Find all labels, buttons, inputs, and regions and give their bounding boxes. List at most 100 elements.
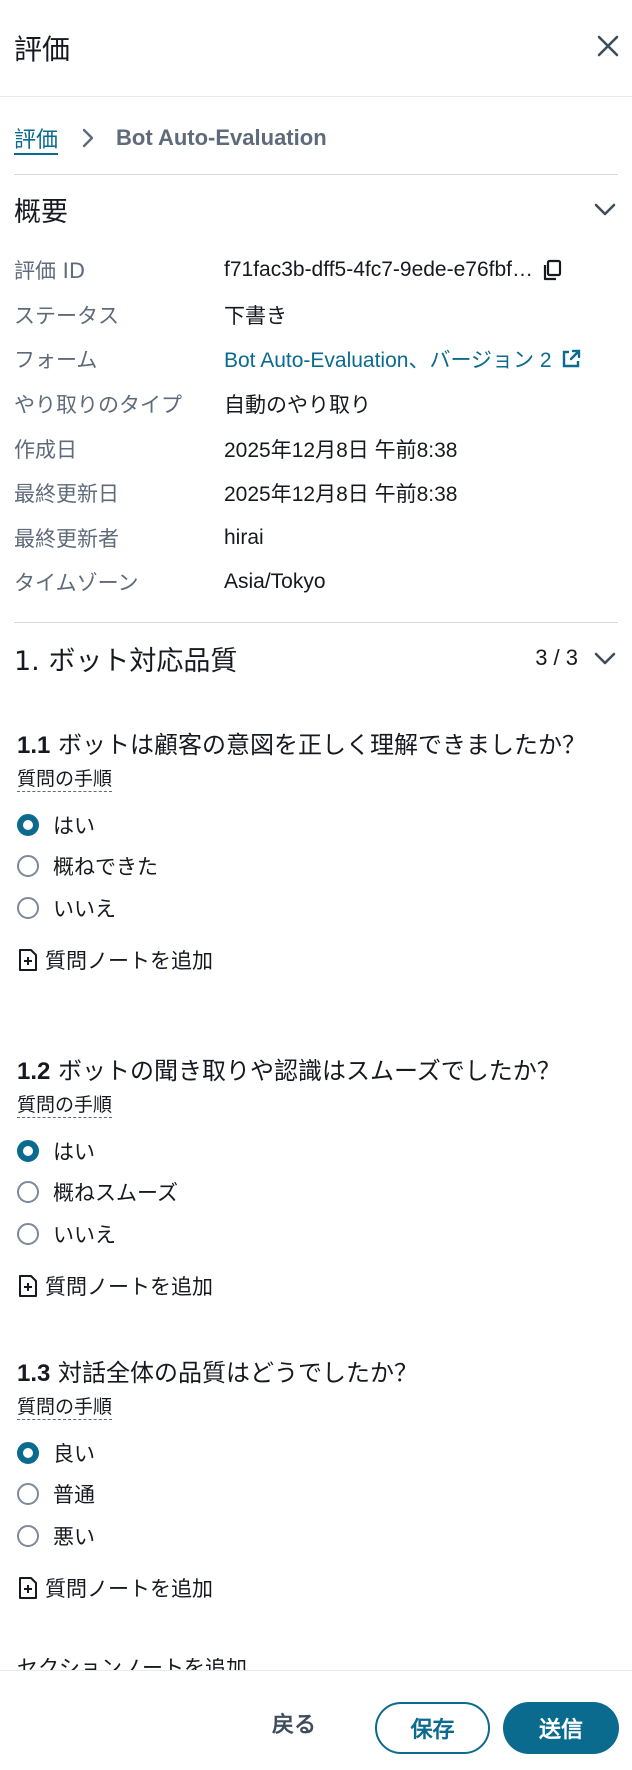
panel-title: 評価 <box>14 33 71 66</box>
question-title: 1.3 対話全体の品質はどうでしたか？ <box>17 1358 617 1389</box>
question-text: 対話全体の品質はどうでしたか？ <box>50 1359 419 1387</box>
breadcrumb-current: Bot Auto-Evaluation <box>116 125 327 150</box>
radio-option[interactable]: 悪い <box>17 1515 617 1557</box>
radio-unselected[interactable] <box>17 1222 39 1245</box>
submit-button[interactable]: 送信 <box>503 1702 619 1754</box>
panel-footer: 戻る 保存 送信 <box>0 1670 632 1770</box>
radio-option[interactable]: はい <box>17 804 617 846</box>
chevron-right-icon <box>82 128 94 148</box>
add-note-label: 質問ノートを追加 <box>45 948 213 973</box>
radio-unselected[interactable] <box>17 1524 39 1547</box>
radio-selected[interactable] <box>17 813 39 836</box>
updated-by-value: hirai <box>224 526 618 550</box>
question-title: 1.2 ボットの聞き取りや認識はスムーズでしたか？ <box>17 1056 617 1087</box>
add-question-note-button[interactable]: 質問ノートを追加 <box>17 943 617 977</box>
radio-unselected[interactable] <box>17 896 39 919</box>
updated-text: 2025年12月8日 午前8:38 <box>224 483 458 507</box>
question-1-2: 1.2 ボットの聞き取りや認識はスムーズでしたか？ 質問の手順 はい 概ねスムー… <box>17 1056 617 1303</box>
detail-key: 最終更新日 <box>14 482 119 507</box>
detail-row-interaction-type: やり取りのタイプ 自動のやり取り <box>14 382 618 427</box>
created-value: 2025年12月8日 午前8:38 <box>224 434 618 464</box>
question-instructions[interactable]: 質問の手順 <box>17 767 113 792</box>
radio-label: 普通 <box>53 1483 95 1508</box>
detail-key: やり取りのタイプ <box>14 393 182 418</box>
save-button[interactable]: 保存 <box>375 1702 490 1754</box>
section-1-title: 1. ボット対応品質 <box>14 645 238 677</box>
question-1-3: 1.3 対話全体の品質はどうでしたか？ 質問の手順 良い 普通 悪い 質問ノート… <box>17 1358 617 1605</box>
add-note-label: 質問ノートを追加 <box>45 1274 213 1299</box>
radio-option[interactable]: 普通 <box>17 1474 617 1516</box>
section-1-count: 3 / 3 <box>535 645 578 670</box>
add-note-icon <box>19 948 37 971</box>
timezone-text: Asia/Tokyo <box>224 570 326 594</box>
question-number: 1.1 <box>17 732 51 759</box>
created-text: 2025年12月8日 午前8:38 <box>224 438 458 462</box>
detail-row-timezone: タイムゾーン Asia/Tokyo <box>14 560 618 605</box>
radio-unselected[interactable] <box>17 1181 39 1204</box>
question-instructions[interactable]: 質問の手順 <box>17 1395 113 1420</box>
question-number: 1.3 <box>17 1360 51 1387</box>
status-value: 下書き <box>224 300 618 330</box>
overview-details: 評価 ID f71fac3b-dff5-4fc7-9ede-e76fbf… ステ… <box>14 248 618 605</box>
radio-option[interactable]: はい <box>17 1130 617 1172</box>
radio-group: はい 概ねできた いいえ <box>17 804 617 929</box>
detail-key: ステータス <box>14 303 119 328</box>
updated-value: 2025年12月8日 午前8:38 <box>224 478 618 508</box>
external-link-icon[interactable] <box>560 348 582 370</box>
status-text: 下書き <box>224 304 287 328</box>
radio-group: 良い 普通 悪い <box>17 1432 617 1557</box>
detail-row-updated-by: 最終更新者 hirai <box>14 516 618 561</box>
add-question-note-button[interactable]: 質問ノートを追加 <box>17 1571 617 1605</box>
radio-option[interactable]: 概ねスムーズ <box>17 1172 617 1214</box>
evaluation-id-value: f71fac3b-dff5-4fc7-9ede-e76fbf… <box>224 258 533 282</box>
radio-selected[interactable] <box>17 1139 39 1162</box>
chevron-down-icon[interactable] <box>592 645 618 671</box>
question-instructions[interactable]: 質問の手順 <box>17 1093 113 1118</box>
radio-unselected[interactable] <box>17 855 39 878</box>
copy-icon[interactable] <box>541 259 563 281</box>
radio-option[interactable]: いいえ <box>17 1213 617 1255</box>
detail-key: フォーム <box>14 348 98 373</box>
radio-option[interactable]: 良い <box>17 1432 617 1474</box>
radio-group: はい 概ねスムーズ いいえ <box>17 1130 617 1255</box>
back-button[interactable]: 戻る <box>272 1707 316 1739</box>
interaction-type-text: 自動のやり取り <box>224 394 371 418</box>
form-link-label[interactable]: Bot Auto-Evaluation、バージョン 2 <box>224 344 552 374</box>
question-title: 1.1 ボットは顧客の意図を正しく理解できましたか？ <box>17 730 617 761</box>
detail-key: 評価 ID <box>14 259 86 284</box>
question-number: 1.2 <box>17 1058 51 1085</box>
panel-header: 評価 <box>0 0 632 97</box>
detail-row-form: フォーム Bot Auto-Evaluation、バージョン 2 <box>14 337 618 382</box>
question-1-1: 1.1 ボットは顧客の意図を正しく理解できましたか？ 質問の手順 はい 概ねでき… <box>17 730 617 977</box>
form-link[interactable]: Bot Auto-Evaluation、バージョン 2 <box>224 344 618 374</box>
radio-label: 良い <box>53 1441 95 1466</box>
close-icon[interactable] <box>594 32 622 60</box>
detail-key: 作成日 <box>14 437 77 462</box>
overview-title: 概要 <box>14 196 68 228</box>
interaction-type-value: 自動のやり取り <box>224 389 618 419</box>
radio-label: いいえ <box>53 896 116 921</box>
breadcrumb-link-evaluation[interactable]: 評価 <box>14 122 58 154</box>
add-note-icon <box>19 1274 37 1297</box>
overview-section-header[interactable]: 概要 <box>14 189 618 229</box>
chevron-down-icon[interactable] <box>592 196 618 222</box>
divider <box>14 174 618 175</box>
radio-label: はい <box>53 1139 95 1164</box>
radio-selected[interactable] <box>17 1441 39 1464</box>
detail-value: f71fac3b-dff5-4fc7-9ede-e76fbf… <box>224 258 618 282</box>
radio-option[interactable]: 概ねできた <box>17 846 617 888</box>
radio-option[interactable]: いいえ <box>17 887 617 929</box>
section-1-header[interactable]: 1. ボット対応品質 3 / 3 <box>14 638 618 678</box>
timezone-value: Asia/Tokyo <box>224 570 618 594</box>
detail-row-evaluation-id: 評価 ID f71fac3b-dff5-4fc7-9ede-e76fbf… <box>14 248 618 293</box>
question-text: ボットの聞き取りや認識はスムーズでしたか？ <box>50 1057 561 1085</box>
radio-label: 概ねできた <box>53 855 158 880</box>
detail-row-updated: 最終更新日 2025年12月8日 午前8:38 <box>14 471 618 516</box>
add-note-label: 質問ノートを追加 <box>45 1576 213 1601</box>
detail-row-created: 作成日 2025年12月8日 午前8:38 <box>14 426 618 471</box>
detail-key: タイムゾーン <box>14 571 139 596</box>
radio-unselected[interactable] <box>17 1483 39 1506</box>
add-question-note-button[interactable]: 質問ノートを追加 <box>17 1269 617 1303</box>
detail-key: 最終更新者 <box>14 526 119 551</box>
detail-row-status: ステータス 下書き <box>14 293 618 338</box>
